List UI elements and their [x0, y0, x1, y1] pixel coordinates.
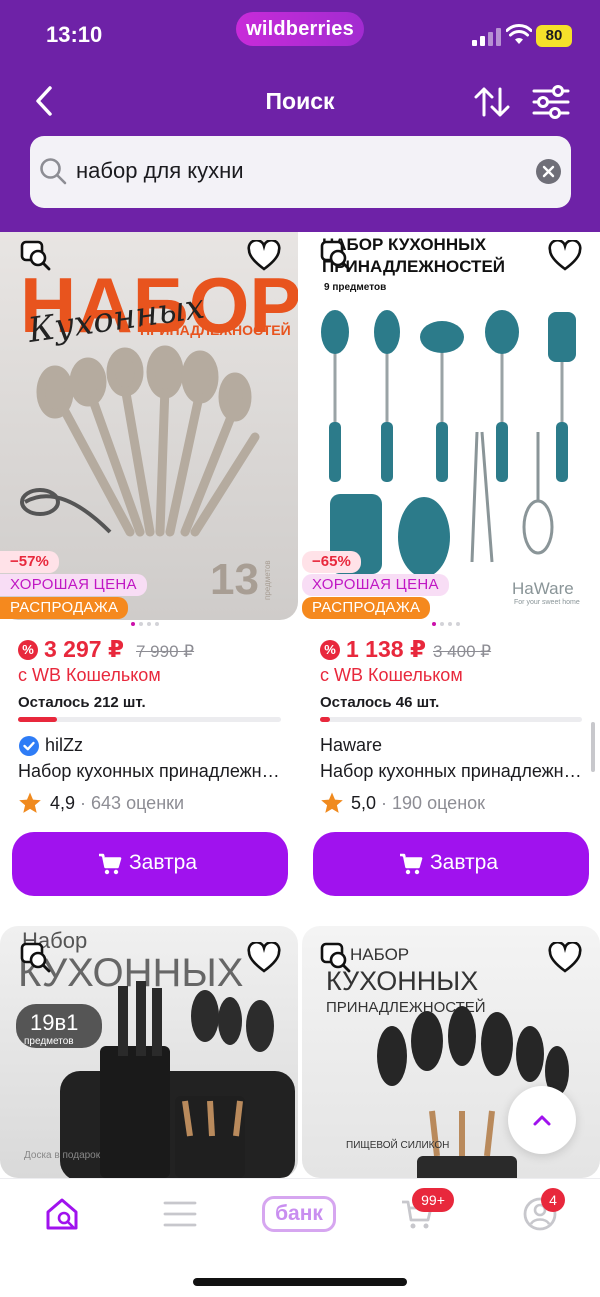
image-title: НАБОР: [350, 945, 409, 964]
cart-icon: [400, 853, 423, 875]
star-icon: [321, 792, 343, 813]
brand-name[interactable]: Haware: [320, 735, 382, 756]
image-count-label: предметов: [24, 1036, 74, 1047]
product-price: 1 138 ₽: [346, 636, 426, 662]
wallet-label: с WB Кошельком: [320, 665, 463, 685]
stock-bar: [18, 717, 281, 722]
star-icon: [19, 792, 41, 813]
sale-badge: РАСПРОДАЖА: [0, 597, 129, 619]
search-icon: [40, 158, 67, 185]
scrollbar[interactable]: [591, 722, 595, 772]
cart-icon: [99, 853, 122, 875]
image-subtitle: ПРИНАДЛЕЖНОСТЕЙ: [140, 321, 291, 338]
product-name[interactable]: Набор кухонных принадлежностей: [320, 761, 588, 782]
rating-value: 5,0: [351, 793, 377, 813]
favorite-icon[interactable]: [548, 942, 582, 974]
rating-value: 4,9: [50, 793, 76, 813]
bank-button[interactable]: банк: [262, 1196, 336, 1232]
image-count: 13: [210, 555, 259, 604]
brand-logo: wildberries: [236, 12, 364, 46]
back-button[interactable]: [30, 84, 62, 118]
similar-search-icon[interactable]: [320, 240, 352, 272]
product-name[interactable]: Набор кухонных принадлежностей: [18, 761, 286, 782]
add-to-cart-label: Завтра: [430, 851, 499, 874]
discount-badge: −57%: [0, 551, 59, 573]
image-count: 9 предметов: [324, 282, 386, 293]
similar-search-icon[interactable]: [320, 942, 352, 974]
profile-notification-badge: 4: [541, 1188, 565, 1212]
wallet-discount-icon: %: [320, 640, 340, 660]
old-price: 3 400 ₽: [433, 642, 492, 661]
good-price-badge: ХОРОШАЯ ЦЕНА: [302, 574, 449, 596]
image-count-label: предметов: [263, 560, 272, 600]
stock-bar-fill: [320, 717, 330, 722]
favorite-icon[interactable]: [247, 942, 281, 974]
cart-count-badge: 99+: [412, 1188, 454, 1212]
review-count: 643 оценки: [91, 793, 185, 813]
stock-label: Осталось 46 шт.: [320, 694, 440, 711]
search-value[interactable]: набор для кухни: [76, 158, 244, 184]
wallet-discount-icon: %: [18, 640, 38, 660]
wallet-label: с WB Кошельком: [18, 665, 161, 685]
add-to-cart-label: Завтра: [129, 851, 198, 874]
discount-badge: −65%: [302, 551, 361, 573]
filter-icon[interactable]: [530, 83, 572, 121]
home-icon[interactable]: [44, 1196, 80, 1232]
review-count: 190 оценок: [392, 793, 486, 813]
old-price: 7 990 ₽: [136, 642, 195, 661]
add-to-cart-button[interactable]: Завтра: [313, 832, 589, 896]
sale-badge: РАСПРОДАЖА: [302, 597, 431, 619]
scroll-to-top-button[interactable]: [508, 1086, 576, 1154]
stock-label: Осталось 212 шт.: [18, 694, 146, 711]
wifi-icon: [506, 24, 532, 44]
status-time: 13:10: [46, 22, 103, 47]
clear-search-button[interactable]: [536, 159, 561, 184]
add-to-cart-button[interactable]: Завтра: [12, 832, 288, 896]
image-note: ПИЩЕВОЙ СИЛИКОН: [346, 1138, 449, 1151]
favorite-icon[interactable]: [247, 240, 281, 272]
signal-icon: [472, 28, 502, 46]
product-price: 3 297 ₽: [44, 636, 124, 662]
home-indicator: [193, 1278, 407, 1286]
similar-search-icon[interactable]: [20, 240, 52, 272]
favorite-icon[interactable]: [548, 240, 582, 272]
good-price-badge: ХОРОШАЯ ЦЕНА: [0, 574, 147, 596]
image-note: Доска в подарок: [24, 1150, 101, 1161]
stock-bar-fill: [18, 717, 57, 722]
similar-search-icon[interactable]: [20, 942, 52, 974]
chevron-up-icon: [533, 1115, 551, 1126]
image-logo-sub: For your sweet home: [514, 599, 580, 606]
image-carousel-dots: [131, 622, 171, 628]
stock-bar: [320, 717, 582, 722]
image-logo: HaWare: [512, 579, 574, 598]
rating: 5,0 · 190 оценок: [351, 793, 486, 813]
image-carousel-dots: [432, 622, 472, 628]
brand-name[interactable]: hilZz: [45, 735, 83, 756]
battery-icon: 80: [536, 25, 572, 47]
rating: 4,9 · 643 оценки: [50, 793, 185, 813]
image-count: 19в1: [30, 1010, 78, 1035]
sort-icon[interactable]: [472, 83, 512, 121]
catalog-menu-icon[interactable]: [163, 1198, 197, 1230]
page-title: Поиск: [265, 88, 335, 114]
verified-icon: [19, 736, 39, 756]
